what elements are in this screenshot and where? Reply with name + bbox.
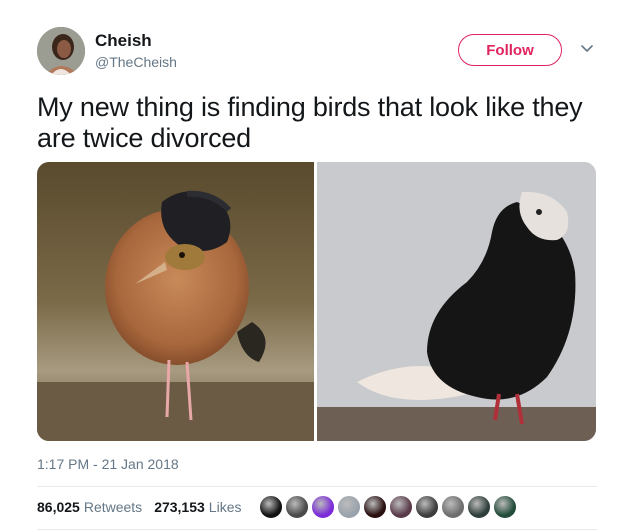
author-handle[interactable]: @TheCheish bbox=[95, 53, 177, 71]
liker-avatar[interactable] bbox=[259, 495, 283, 519]
likes-label: Likes bbox=[208, 499, 242, 515]
author-info: Cheish @TheCheish bbox=[95, 31, 177, 71]
divider-bottom bbox=[37, 529, 597, 530]
author-avatar[interactable] bbox=[37, 27, 85, 75]
liker-avatar[interactable] bbox=[285, 495, 309, 519]
tweet-media bbox=[37, 162, 596, 441]
liker-avatar[interactable] bbox=[441, 495, 465, 519]
dropdown-caret-icon[interactable] bbox=[580, 42, 594, 56]
liker-avatar[interactable] bbox=[311, 495, 335, 519]
likes-stat[interactable]: 273,153 Likes bbox=[154, 499, 241, 515]
liker-avatar[interactable] bbox=[389, 495, 413, 519]
bird-photo-right[interactable] bbox=[317, 162, 596, 441]
retweets-count: 86,025 bbox=[37, 499, 80, 515]
liker-avatar[interactable] bbox=[337, 495, 361, 519]
likes-count: 273,153 bbox=[154, 499, 205, 515]
follow-button[interactable]: Follow bbox=[458, 34, 562, 66]
liker-avatar[interactable] bbox=[493, 495, 517, 519]
liker-avatar[interactable] bbox=[467, 495, 491, 519]
retweets-stat[interactable]: 86,025 Retweets bbox=[37, 499, 142, 515]
liker-avatar[interactable] bbox=[415, 495, 439, 519]
engagement-stats: 86,025 Retweets 273,153 Likes bbox=[37, 499, 253, 515]
divider-top bbox=[37, 486, 597, 487]
retweets-label: Retweets bbox=[83, 499, 143, 515]
author-name[interactable]: Cheish bbox=[95, 31, 177, 51]
liker-avatars bbox=[259, 495, 524, 519]
tweet-timestamp[interactable]: 1:17 PM - 21 Jan 2018 bbox=[37, 456, 179, 472]
liker-avatar[interactable] bbox=[363, 495, 387, 519]
tweet-card: Cheish @TheCheish Follow My new thing is… bbox=[0, 0, 627, 532]
tweet-text: My new thing is finding birds that look … bbox=[37, 92, 583, 153]
bird-photo-left[interactable] bbox=[37, 162, 314, 441]
